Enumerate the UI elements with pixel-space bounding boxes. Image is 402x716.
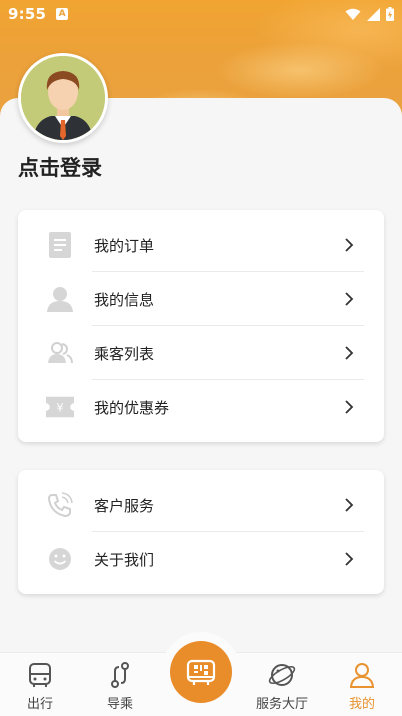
tab-label: 出行 [26,697,53,712]
battery-icon [386,7,394,21]
tab-service-hall[interactable]: 服务大厅 [246,653,318,716]
coupon-icon: ¥ [46,393,74,421]
avatar[interactable] [18,53,108,143]
status-time: 9:55 [8,5,47,23]
signal-icon [367,7,380,21]
menu-item-profile[interactable]: 我的信息 [18,272,384,326]
avatar-image [21,56,105,140]
menu-item-customer-service[interactable]: 客户服务 [18,478,384,532]
menu-item-about-us[interactable]: 关于我们 [18,532,384,586]
tab-navigation[interactable]: 导乘 [85,653,155,716]
chevron-right-icon [345,238,354,252]
menu-item-label: 关于我们 [94,550,155,569]
status-indicators [345,7,394,21]
qr-bus-icon [186,659,216,685]
passengers-icon [46,339,74,367]
tab-travel[interactable]: 出行 [5,653,75,716]
svg-text:¥: ¥ [56,402,63,415]
smile-icon [46,545,74,573]
tab-label: 我的 [348,697,375,712]
phone-icon [46,491,74,519]
planet-icon [268,664,296,686]
menu-item-passengers[interactable]: 乘客列表 [18,326,384,380]
chevron-right-icon [345,346,354,360]
menu-item-orders[interactable]: 我的订单 [18,218,384,272]
menu-item-label: 乘客列表 [94,344,155,363]
menu-item-label: 我的信息 [94,290,155,309]
tab-mine[interactable]: 我的 [327,653,397,716]
menu-card-support: 客户服务 关于我们 [18,470,384,594]
menu-item-label: 我的优惠券 [94,398,170,417]
tab-label: 服务大厅 [255,697,308,712]
menu-item-label: 客户服务 [94,496,155,515]
chevron-right-icon [345,400,354,414]
wifi-icon [345,8,361,20]
user-icon [349,663,375,688]
login-prompt[interactable]: 点击登录 [18,152,102,182]
bus-icon [29,663,51,687]
route-icon [111,662,129,688]
document-icon [46,231,74,259]
menu-item-coupons[interactable]: ¥ 我的优惠券 [18,380,384,434]
tab-label: 导乘 [106,697,133,712]
menu-item-label: 我的订单 [94,236,155,255]
chevron-right-icon [345,552,354,566]
person-icon [46,285,74,313]
scan-ride-button[interactable] [170,641,232,703]
status-bar: 9:55 A [0,0,402,28]
chevron-right-icon [345,292,354,306]
notification-icon: A [56,8,69,20]
menu-card-account: 我的订单 我的信息 乘客列表 ¥ 我的优惠券 [18,210,384,442]
chevron-right-icon [345,498,354,512]
